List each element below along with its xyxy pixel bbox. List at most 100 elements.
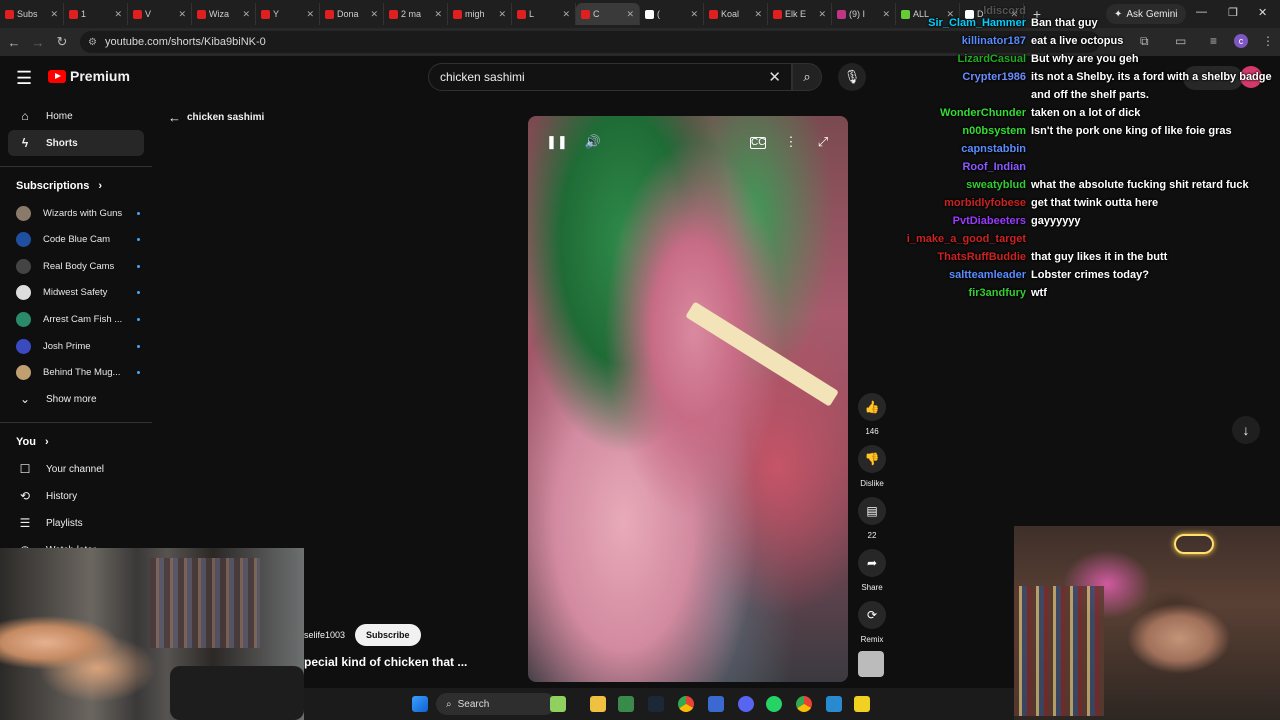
video-title[interactable]: pecial kind of chicken that ... [304,655,467,669]
browser-tab[interactable]: migh ✕ [448,3,512,25]
close-tab-icon[interactable]: ✕ [818,9,826,20]
steam-icon[interactable] [648,696,664,712]
widgets-icon[interactable] [550,696,566,712]
subscription-item[interactable]: Code Blue Cam [16,230,140,250]
chrome-icon[interactable] [678,696,694,712]
chrome-icon[interactable] [796,696,812,712]
more-options-icon[interactable]: ⋮ [782,134,800,152]
close-tab-icon[interactable]: ✕ [370,9,378,20]
browser-tab[interactable]: (✕ [640,3,704,25]
browser-tab[interactable]: Koal ✕ [704,3,768,25]
voice-search-button[interactable]: 🎙 [838,63,866,91]
close-tab-icon[interactable]: ✕ [306,9,314,20]
search-input[interactable]: chicken sashimi ✕ [428,63,792,91]
remix-label: Remix [860,635,884,644]
next-short-button[interactable]: ↓ [1232,416,1260,444]
subscription-item[interactable]: Behind The Mug... [16,363,140,383]
tab-label: Koal [721,9,740,19]
chat-message: Sir_Clam_Hammer Ban that guy [890,14,1280,32]
clear-search-icon[interactable]: ✕ [768,68,781,86]
browser-tab[interactable]: C ✕ [576,3,640,25]
audio-thumbnail[interactable] [858,651,884,677]
chat-message: killinator187 eat a live octopus [890,32,1280,50]
youtube-logo[interactable]: Premium [48,68,130,84]
app-icon[interactable] [826,696,842,712]
sidebar-item-playlists[interactable]: ☰ Playlists [8,510,144,536]
pause-icon[interactable]: ❚❚ [546,134,568,152]
app-icon[interactable] [618,696,634,712]
show-more-button[interactable]: ⌄ Show more [8,386,144,412]
back-icon[interactable]: ← [2,35,26,50]
close-tab-icon[interactable]: ✕ [434,9,442,20]
browser-tab[interactable]: Elk E ✕ [768,3,832,25]
channel-avatar [16,338,31,354]
windows-start-icon[interactable] [412,696,428,712]
chat-message: PvtDiabeeters gayyyyyy [890,212,1280,230]
subscription-item[interactable]: Real Body Cams [16,256,140,276]
chat-message: LizardCasual But why are you geh [890,50,1280,68]
subscription-item[interactable]: Josh Prime [16,336,140,356]
close-tab-icon[interactable]: ✕ [498,9,506,20]
taskbar-search[interactable]: ⌕ Search [436,693,556,715]
channel-name[interactable]: selife1003 [304,630,345,640]
chat-text: and off the shelf parts. [1031,89,1149,101]
browser-tab[interactable]: 1 ✕ [64,3,128,25]
browser-tab[interactable]: Subs ✕ [0,3,64,25]
back-to-search[interactable]: ← chicken sashimi [168,110,264,125]
close-tab-icon[interactable]: ✕ [882,9,890,20]
close-tab-icon[interactable]: ✕ [242,9,250,20]
like-button[interactable]: 👍 146 [858,393,886,436]
close-tab-icon[interactable]: ✕ [50,9,58,20]
browser-tab[interactable]: 2 ma ✕ [384,3,448,25]
sidebar-item-shorts[interactable]: ϟ Shorts [8,130,144,156]
subscriptions-heading[interactable]: Subscriptions › [16,180,102,192]
captions-icon[interactable]: CC [750,137,766,149]
discord-icon[interactable] [738,696,754,712]
close-tab-icon[interactable]: ✕ [114,9,122,20]
app-icon[interactable] [708,696,724,712]
fullscreen-icon[interactable]: ⤢ [814,134,832,152]
chat-text: eat a live octopus [1031,35,1124,47]
chat-username: sweatyblud [966,179,1026,191]
close-tab-icon[interactable]: ✕ [626,9,634,20]
shorts-video-player[interactable] [528,116,848,682]
sidebar-item-home[interactable]: ⌂ Home [8,103,144,129]
hamburger-menu-icon[interactable]: ☰ [16,68,32,89]
dislike-button[interactable]: 👎 Dislike [858,445,886,488]
comments-button[interactable]: ▤ 22 [858,497,886,540]
close-tab-icon[interactable]: ✕ [562,9,570,20]
tab-favicon-icon [581,9,590,19]
subscribe-button[interactable]: Subscribe [355,624,421,646]
subscription-item[interactable]: Wizards with Guns [16,203,140,223]
browser-tab[interactable]: L ✕ [512,3,576,25]
tab-favicon-icon [517,9,526,19]
arrow-left-icon: ← [168,110,181,125]
whatsapp-icon[interactable] [766,696,782,712]
volume-icon[interactable]: 🔊 [584,134,602,152]
share-button[interactable]: ➦ Share [858,549,886,592]
subscription-item[interactable]: Arrest Cam Fish ... [16,309,140,329]
chat-text: its not a Shelby. its a ford with a shel… [1031,71,1272,83]
browser-tab[interactable]: (9) I ✕ [832,3,896,25]
channel-avatar [16,311,31,327]
file-explorer-icon[interactable] [590,696,606,712]
search-button[interactable]: ⌕ [792,63,822,91]
close-tab-icon[interactable]: ✕ [690,9,698,20]
search-icon: ⌕ [446,698,452,710]
browser-tab[interactable]: V ✕ [128,3,192,25]
sidebar-item-history[interactable]: ⟲ History [8,483,144,509]
subscription-name: Midwest Safety [43,287,108,299]
forward-icon[interactable]: → [26,35,50,50]
browser-tab[interactable]: Y ✕ [256,3,320,25]
browser-tab[interactable]: Dona ✕ [320,3,384,25]
site-info-icon[interactable]: ⚙ [88,37,97,48]
app-icon[interactable] [854,696,870,712]
browser-tab[interactable]: Wiza ✕ [192,3,256,25]
you-heading[interactable]: You › [16,436,49,448]
sidebar-item-your-channel[interactable]: ☐ Your channel [8,456,144,482]
close-tab-icon[interactable]: ✕ [178,9,186,20]
subscription-item[interactable]: Midwest Safety [16,283,140,303]
close-tab-icon[interactable]: ✕ [754,9,762,20]
remix-button[interactable]: ⟳ Remix [858,601,886,644]
reload-icon[interactable]: ↻ [50,34,74,50]
